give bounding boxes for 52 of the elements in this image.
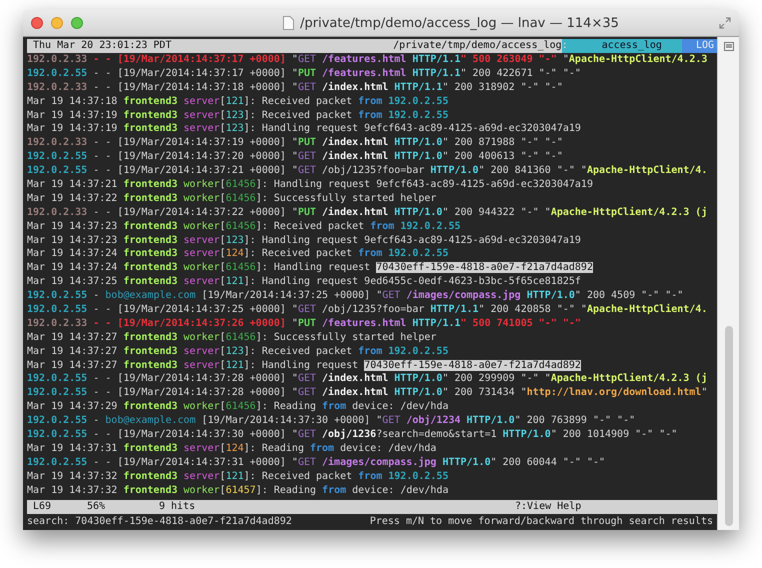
- log-line: Mar 19 14:37:32 frontend3 server[121]: Received packet from 192.0.2.55: [27, 470, 450, 484]
- log-line: Mar 19 14:37:27 frontend3 worker[61456]: Successfully started helper: [27, 330, 438, 345]
- hits-count: 9 hits: [159, 500, 196, 514]
- log-line: Mar 19 14:37:27 frontend3 server[123]: Received packet from 192.0.2.55: [27, 344, 450, 359]
- log-line: 192.0.2.55 - - [19/Mar/2014:14:37:31 +0000] "GET /images/compass.jpg HTTP/1.0" 200 60044 "-" "-": [27, 456, 606, 470]
- log-line: 192.0.2.55 - - [19/Mar/2014:14:37:28 +0000] "GET /index.html HTTP/1.0" 200 731434 "http://lnav.org/download.html": [27, 386, 708, 400]
- document-icon: [283, 16, 294, 30]
- clock-text: Thu Mar 20 23:01:23 PDT: [33, 39, 172, 53]
- log-line: 192.0.2.33 - - [19/Mar/2014:14:37:22 +0000] "PUT /index.html HTTP/1.0" 200 944322 "-" "Apache-HttpClient/4.2.3 (j: [27, 206, 708, 220]
- file-path: /private/tmp/demo/access_log: [393, 39, 562, 53]
- search-hint: Press m/N to move forward/backward through search results: [370, 515, 713, 529]
- file-name: access_log: [568, 39, 682, 53]
- percent-text: 56%: [87, 500, 106, 514]
- log-line: Mar 19 14:37:31 frontend3 server[124]: Reading from device: /dev/hda: [27, 442, 438, 456]
- window-title: /private/tmp/demo/access_log — lnav — 114×35: [300, 16, 619, 30]
- log-line: Mar 19 14:37:21 frontend3 worker[61456]: Handling request 9efcf643-ac89-4125-a69d-ec3203047a19: [27, 178, 594, 192]
- log-line: Mar 19 14:37:27 frontend3 server[121]: Handling request 70430eff-159e-4818-a0e7-f21a7d4ad892: [27, 358, 582, 372]
- view-label: LOG: [682, 39, 717, 53]
- log-line: 192.0.2.55 - bob@example.com [19/Mar/2014:14:37:30 +0000] "GET /obj/1234 HTTP/1.0" 200 763899 "-" "-": [27, 414, 636, 428]
- log-line: 192.0.2.55 - - [19/Mar/2014:14:37:25 +0000] "GET /obj/1235?foo=bar HTTP/1.1" 200 420858 "-" "Apache-HttpClient/4.: [27, 303, 708, 317]
- log-line: Mar 19 14:37:24 frontend3 server[124]: Received packet from 192.0.2.55: [27, 247, 450, 262]
- log-line: 192.0.2.55 - - [19/Mar/2014:14:37:17 +0000] "PUT /features.html HTTP/1.1" 200 422671 "-" "-": [27, 66, 582, 81]
- log-line: Mar 19 14:37:23 frontend3 worker[61456]: Received packet from 192.0.2.55: [27, 220, 462, 234]
- scrollbar[interactable]: [717, 37, 739, 530]
- log-line: 192.0.2.55 - - [19/Mar/2014:14:37:30 +0000] "GET /obj/1236?search=demo&start=1 HTTP/1.0" 200 1014909 "-" "-": [27, 428, 678, 442]
- log-line: Mar 19 14:37:22 frontend3 worker[61456]: Successfully started helper: [27, 192, 438, 206]
- line-number: L69: [33, 500, 52, 514]
- log-line: 192.0.2.33 - - [19/Mar/2014:14:37:26 +0000] "PUT /features.html HTTP/1.1" 500 741005 "-" "-": [27, 316, 582, 331]
- log-line: Mar 19 14:37:32 frontend3 worker[61457]: Reading from device: /dev/hda: [27, 484, 450, 498]
- log-line: Mar 19 14:37:19 frontend3 server[123]: Handling request 9efcf643-ac89-4125-a69d-ec3203047a19: [27, 122, 582, 136]
- minimize-button[interactable]: [51, 17, 63, 29]
- log-line: 192.0.2.55 - - [19/Mar/2014:14:37:28 +0000] "GET /index.html HTTP/1.0" 200 299909 "-" "Apache-HttpClient/4.2.3 (j: [27, 372, 708, 386]
- log-line: 192.0.2.33 - - [19/Mar/2014:14:37:19 +0000] "PUT /index.html HTTP/1.0" 200 871988 "-" "-": [27, 136, 564, 150]
- log-line: Mar 19 14:37:29 frontend3 worker[61456]: Reading from device: /dev/hda: [27, 400, 450, 414]
- log-line: Mar 19 14:37:18 frontend3 server[121]: Received packet from 192.0.2.55: [27, 94, 450, 109]
- separator-text: :: [562, 39, 568, 53]
- zoom-button[interactable]: [71, 17, 83, 29]
- log-line: Mar 19 14:37:25 frontend3 server[121]: Handling request 9ed6455c-0edf-4623-b3bc-5f65ce81825f: [27, 275, 582, 290]
- expand-icon[interactable]: [719, 17, 731, 29]
- help-hint: ?:View Help: [515, 500, 582, 514]
- log-line: 192.0.2.33 - - [19/Mar/2014:14:37:18 +0000] "GET /index.html HTTP/1.1" 200 318902 "-" "-": [27, 80, 564, 95]
- log-line: Mar 19 14:37:23 frontend3 server[123]: Handling request 9efcf643-ac89-4125-a69d-ec3203047a19: [27, 234, 582, 248]
- log-line: 192.0.2.55 - - [19/Mar/2014:14:37:20 +0000] "GET /index.html HTTP/1.0" 200 400613 "-" "-": [27, 150, 564, 164]
- scrollbar-thumb[interactable]: [724, 326, 732, 526]
- log-line: 192.0.2.55 - bob@example.com [19/Mar/2014:14:37:25 +0000] "GET /images/compass.jpg HTTP/1.0" 200 4509 "-" "-": [27, 289, 684, 304]
- log-line: 192.0.2.55 - - [19/Mar/2014:14:37:21 +0000] "GET /obj/1235?foo=bar HTTP/1.0" 200 841360 "-" "Apache-HttpClient/4.: [27, 164, 708, 178]
- menu-icon[interactable]: [724, 42, 734, 51]
- log-line: Mar 19 14:37:24 frontend3 worker[61456]: Handling request 70430eff-159e-4818-a0e7-f21a7d4ad892: [27, 261, 594, 276]
- search-prompt: search: 70430eff-159e-4818-a0e7-f21a7d4ad892: [27, 515, 292, 529]
- log-line: 192.0.2.33 - - [19/Mar/2014:14:37:17 +0000] "GET /features.html HTTP/1.1" 500 263049 "-" "Apache-HttpClient/4.2.3: [27, 53, 708, 67]
- log-line: Mar 19 14:37:19 frontend3 server[123]: Received packet from 192.0.2.55: [27, 108, 450, 122]
- close-button[interactable]: [31, 17, 43, 29]
